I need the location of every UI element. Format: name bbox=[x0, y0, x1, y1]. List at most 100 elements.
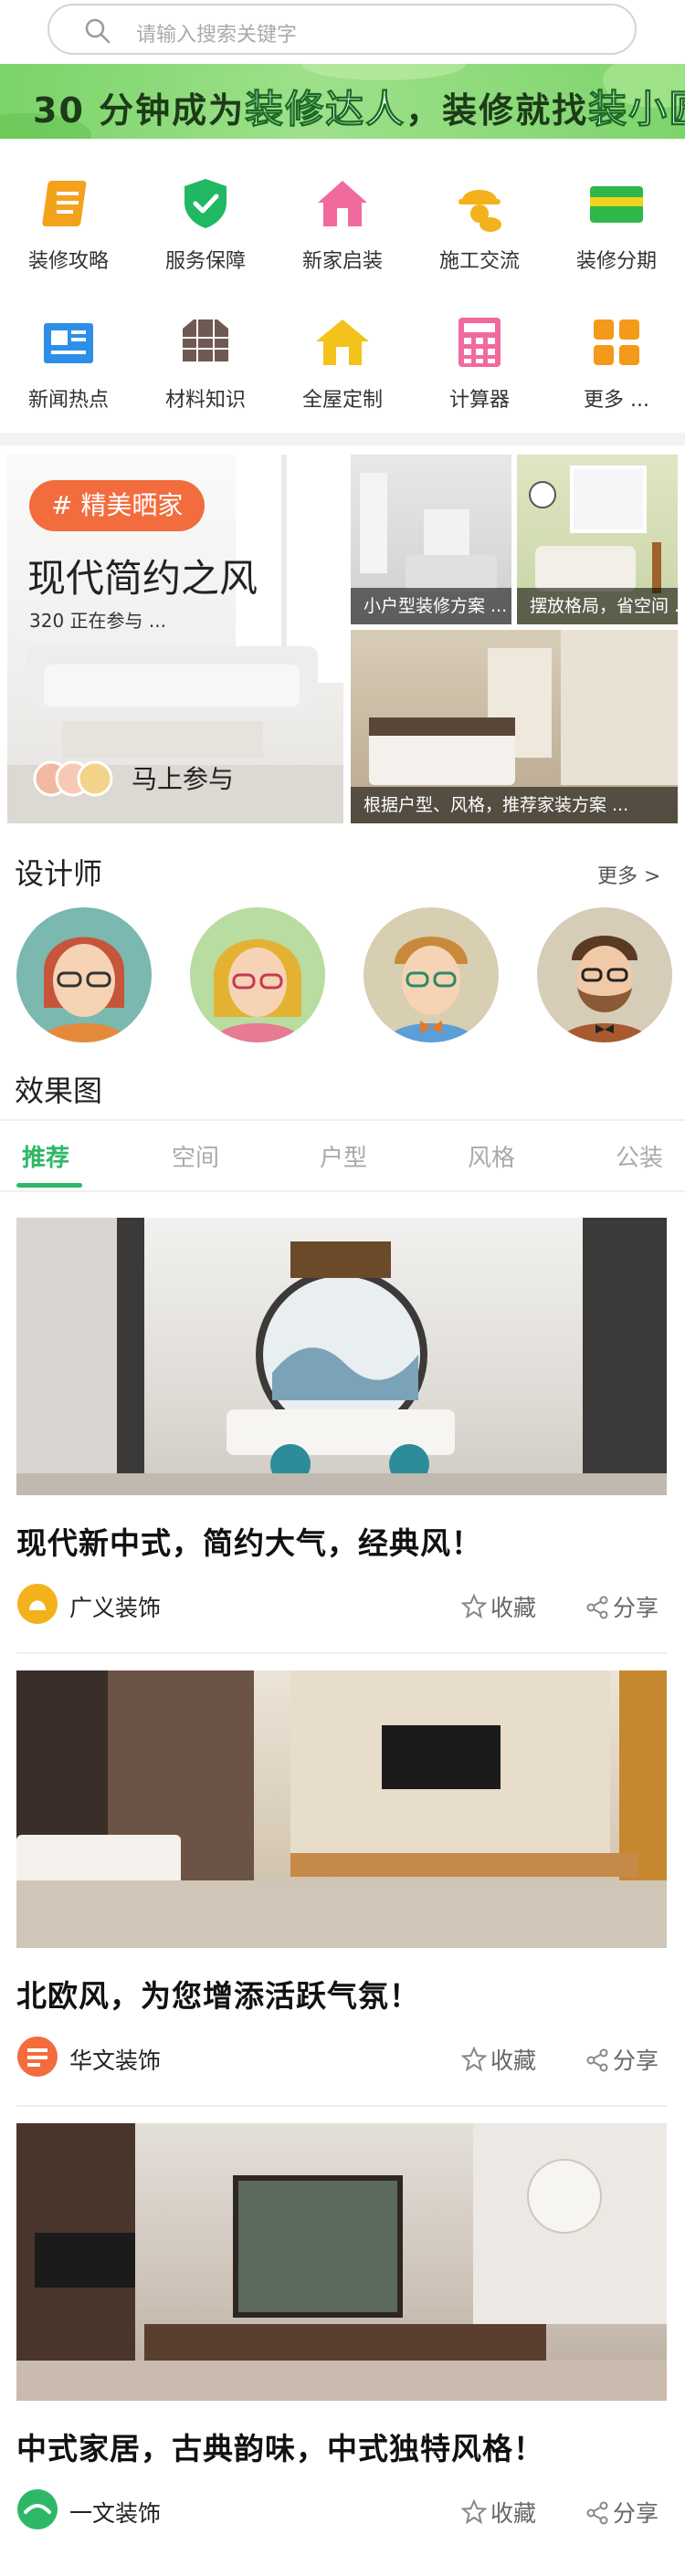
feed-title[interactable]: 现代新中式，简约大气，经典风！ bbox=[16, 1519, 482, 1563]
showcase-tile-small-apartment[interactable]: 小户型装修方案 ... bbox=[351, 455, 511, 624]
favorite-button[interactable]: 收藏 bbox=[460, 2496, 537, 2529]
feed-photo[interactable] bbox=[16, 1670, 667, 1948]
feed-title[interactable]: 北欧风，为您增添活跃气氛！ bbox=[16, 1972, 420, 2016]
favorite-button[interactable]: 收藏 bbox=[460, 1590, 537, 1623]
designer-avatar[interactable] bbox=[364, 907, 499, 1042]
feed-photo[interactable] bbox=[16, 1218, 667, 1495]
category-label: 装修分期 bbox=[575, 250, 657, 273]
category-installment[interactable]: 装修分期 bbox=[548, 146, 685, 283]
company-name: 一文装饰 bbox=[69, 2500, 162, 2527]
feed-card[interactable]: 现代新中式，简约大气，经典风！ 广义装饰 收藏 分享 bbox=[0, 1218, 685, 1670]
home-icon bbox=[316, 319, 369, 365]
nordic-living-room-image bbox=[16, 1670, 667, 1948]
category-label: 新家启装 bbox=[301, 250, 383, 273]
company-logo-icon bbox=[17, 2489, 58, 2529]
company-logo-icon bbox=[17, 1584, 58, 1624]
category-materials[interactable]: 材料知识 bbox=[137, 285, 274, 422]
effects-tabs: 推荐 空间 户型 风格 公装 bbox=[0, 1119, 685, 1192]
category-calculator[interactable]: 计算器 bbox=[411, 285, 548, 422]
effects-title: 效果图 bbox=[15, 1073, 103, 1108]
house-icon bbox=[318, 181, 367, 226]
card-divider bbox=[16, 2105, 667, 2107]
tab-commercial[interactable]: 公装 bbox=[616, 1139, 663, 1173]
worker-icon bbox=[458, 190, 501, 232]
category-label: 材料知识 bbox=[164, 389, 246, 412]
tile-caption: 小户型装修方案 ... bbox=[351, 588, 511, 624]
company-name: 华文装饰 bbox=[69, 2047, 162, 2074]
category-new-home[interactable]: 新家启装 bbox=[274, 146, 411, 283]
favorite-button[interactable]: 收藏 bbox=[460, 2043, 537, 2076]
category-customize[interactable]: 全屋定制 bbox=[274, 285, 411, 422]
favorite-label: 收藏 bbox=[490, 2047, 537, 2074]
tab-space[interactable]: 空间 bbox=[172, 1139, 219, 1173]
designer-avatar[interactable] bbox=[190, 907, 325, 1042]
star-icon bbox=[460, 1593, 488, 1619]
company-name: 广义装饰 bbox=[69, 1595, 162, 1621]
category-guide[interactable]: 装修攻略 bbox=[0, 146, 137, 283]
share-icon bbox=[586, 2501, 608, 2525]
designer-avatar[interactable] bbox=[16, 907, 152, 1042]
share-icon bbox=[586, 2048, 608, 2072]
active-tab-indicator bbox=[16, 1183, 82, 1188]
tile-caption: 摆放格局，省空间 ... bbox=[517, 588, 678, 624]
chinese-living-room-image bbox=[16, 1218, 667, 1495]
join-now-link[interactable]: 马上参与 bbox=[132, 759, 234, 796]
category-label: 施工交流 bbox=[438, 250, 520, 273]
showcase-badge: # 精美晒家 bbox=[29, 480, 206, 531]
share-button[interactable]: 分享 bbox=[585, 1590, 659, 1623]
banner-highlight-2: 装小匠 bbox=[588, 87, 685, 132]
star-icon bbox=[460, 2046, 488, 2072]
news-icon bbox=[44, 323, 93, 363]
favorite-label: 收藏 bbox=[490, 1595, 537, 1621]
promo-banner[interactable]: 30 分钟成为装修达人，装修就找装小匠！ bbox=[0, 64, 685, 139]
category-label: 更多 ... bbox=[584, 389, 649, 412]
banner-text-pre: 30 分钟成为 bbox=[33, 90, 246, 131]
star-icon bbox=[460, 2498, 488, 2525]
search-placeholder: 请输入搜索关键字 bbox=[136, 24, 298, 47]
category-label: 装修攻略 bbox=[27, 250, 109, 273]
category-more[interactable]: 更多 ... bbox=[548, 285, 685, 422]
share-icon bbox=[586, 1596, 608, 1619]
tiles-icon bbox=[183, 319, 228, 361]
category-label: 计算器 bbox=[448, 389, 510, 412]
participant-avatars bbox=[33, 760, 113, 797]
favorite-label: 收藏 bbox=[490, 2500, 537, 2527]
grid-icon bbox=[594, 319, 639, 365]
category-label: 服务保障 bbox=[164, 250, 246, 273]
share-label: 分享 bbox=[613, 2500, 659, 2527]
showcase-title: 现代简约之风 bbox=[27, 556, 258, 601]
shield-check-icon bbox=[184, 179, 227, 228]
search-input[interactable]: 请输入搜索关键字 bbox=[47, 4, 637, 55]
feed-card[interactable]: 中式家居，古典韵味，中式独特风格！ 一文装饰 收藏 分享 bbox=[0, 2123, 685, 2576]
calculator-icon bbox=[458, 318, 501, 367]
designer-avatar[interactable] bbox=[537, 907, 672, 1042]
showcase-tile-recommend[interactable]: 根据户型、风格，推荐家装方案 ... bbox=[351, 630, 678, 823]
share-button[interactable]: 分享 bbox=[585, 2496, 659, 2529]
share-label: 分享 bbox=[613, 2047, 659, 2074]
banner-text-mid: ，装修就找 bbox=[406, 90, 589, 131]
share-button[interactable]: 分享 bbox=[585, 2043, 659, 2076]
tab-layout[interactable]: 户型 bbox=[320, 1139, 367, 1173]
showcase-main-tile[interactable]: # 精美晒家 现代简约之风 320 正在参与 ... 马上参与 bbox=[7, 455, 343, 823]
designers-more-link[interactable]: 更多 > bbox=[597, 860, 660, 889]
feed-title[interactable]: 中式家居，古典韵味，中式独特风格！ bbox=[16, 2424, 544, 2468]
tab-recommend[interactable]: 推荐 bbox=[22, 1139, 69, 1173]
feed-photo[interactable] bbox=[16, 2123, 667, 2401]
category-construction[interactable]: 施工交流 bbox=[411, 146, 548, 283]
banner-slogan: 30 分钟成为装修达人，装修就找装小匠！ bbox=[33, 79, 685, 134]
section-divider bbox=[0, 433, 685, 445]
category-label: 新闻热点 bbox=[27, 389, 109, 412]
category-news[interactable]: 新闻热点 bbox=[0, 285, 137, 422]
designer-avatar-image bbox=[385, 937, 477, 1042]
category-service[interactable]: 服务保障 bbox=[137, 146, 274, 283]
feed-card[interactable]: 北欧风，为您增添活跃气氛！ 华文装饰 收藏 分享 bbox=[0, 1670, 685, 2123]
showcase-tile-layout[interactable]: 摆放格局，省空间 ... bbox=[517, 455, 678, 624]
classic-chinese-room-image bbox=[16, 2123, 667, 2401]
designer-avatar-image bbox=[38, 937, 130, 1042]
card-icon bbox=[590, 186, 643, 223]
tile-caption: 根据户型、风格，推荐家装方案 ... bbox=[351, 787, 678, 823]
banner-highlight-1: 装修达人 bbox=[245, 87, 406, 132]
share-label: 分享 bbox=[613, 1595, 659, 1621]
designer-avatar-image bbox=[559, 936, 650, 1042]
tab-style[interactable]: 风格 bbox=[468, 1139, 515, 1173]
